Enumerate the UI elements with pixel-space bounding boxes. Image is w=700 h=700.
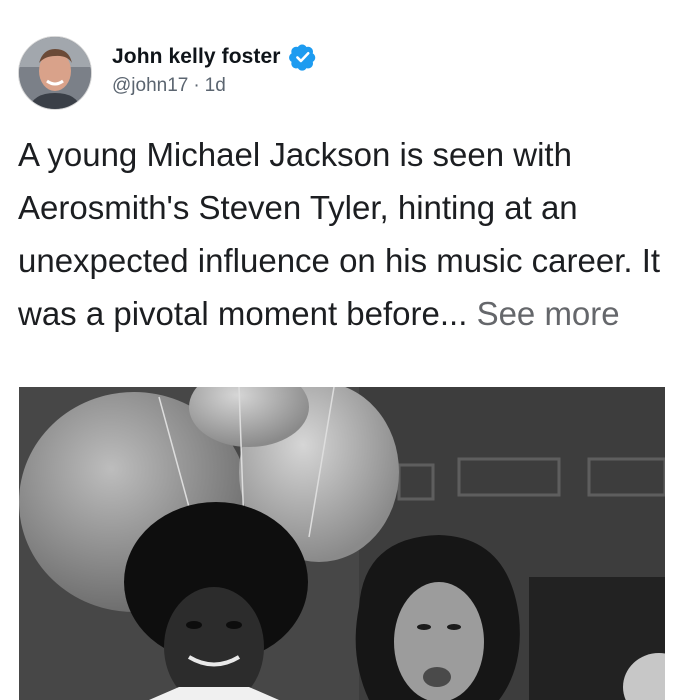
post-header: John kelly foster @john17 · 1d bbox=[18, 36, 317, 110]
post-text: A young Michael Jackson is seen with Aer… bbox=[18, 128, 688, 340]
author-name-row: John kelly foster bbox=[112, 43, 317, 71]
post-timestamp[interactable]: 1d bbox=[205, 75, 226, 96]
verified-badge-icon bbox=[288, 43, 317, 71]
see-more-link[interactable]: See more bbox=[477, 295, 620, 332]
author-subline: @john17 · 1d bbox=[112, 75, 317, 97]
post-photo[interactable] bbox=[19, 387, 665, 700]
author-avatar[interactable] bbox=[18, 36, 92, 110]
author-name[interactable]: John kelly foster bbox=[112, 45, 281, 69]
photo-content bbox=[19, 387, 665, 700]
author-meta: John kelly foster @john17 · 1d bbox=[112, 43, 317, 97]
avatar-photo-icon bbox=[19, 37, 91, 109]
meta-separator: · bbox=[193, 75, 200, 96]
author-handle[interactable]: @john17 bbox=[112, 75, 188, 96]
